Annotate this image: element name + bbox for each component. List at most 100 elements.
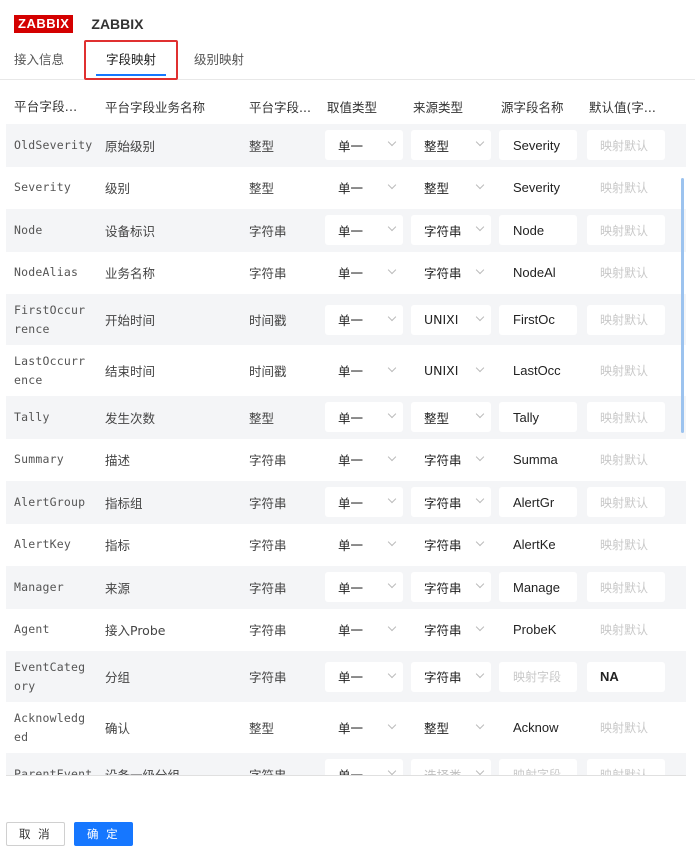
table-row: Severity 级别 整型 单一 整型 Severity 映射默认 — [6, 166, 686, 209]
default-value-input[interactable]: 映射默认 — [587, 614, 665, 645]
column-header-business-name[interactable]: 平台字段业务名称 — [98, 97, 241, 116]
value-type-select[interactable]: 单一 — [325, 172, 403, 203]
value-type-select[interactable]: 单一 — [325, 712, 403, 743]
tab-field-mapping[interactable]: 字段映射 — [84, 40, 178, 80]
column-header-platform-field-type[interactable]: 平台字段... — [241, 97, 325, 116]
source-type-select[interactable]: 字符串 — [411, 215, 491, 246]
source-field-input[interactable]: Manage — [499, 572, 577, 603]
source-type-select[interactable]: UNIXI — [411, 304, 491, 335]
default-value-input[interactable]: 映射默认 — [587, 172, 665, 203]
source-field-input[interactable]: FirstOc — [499, 304, 577, 335]
table-row: AlertGroup 指标组 字符串 单一 字符串 AlertGr 映射默认 — [6, 481, 686, 524]
source-type-select[interactable]: 字符串 — [411, 572, 491, 603]
cell-business-name: 设备标识 — [105, 223, 156, 239]
column-header-source-type[interactable]: 来源类型 — [411, 97, 499, 116]
value-type-select[interactable]: 单一 — [325, 355, 403, 386]
column-header-value-type[interactable]: 取值类型 — [325, 97, 411, 116]
chevron-down-icon — [387, 265, 397, 274]
source-field-input[interactable]: 映射字段 — [499, 759, 577, 775]
cell-default-value: 映射默认 — [587, 257, 669, 288]
cell-source-field: AlertGr — [499, 487, 587, 518]
source-field-input[interactable]: Node — [499, 215, 577, 246]
default-value-input[interactable]: 映射默认 — [587, 572, 665, 603]
column-header-default-value[interactable]: 默认值(字... — [587, 97, 669, 116]
chevron-down-icon — [387, 410, 397, 419]
cell-business-name: 发生次数 — [105, 410, 156, 426]
source-type-select[interactable]: 整型 — [411, 172, 491, 203]
source-type-select[interactable]: 整型 — [411, 712, 491, 743]
value-type-select[interactable]: 单一 — [325, 529, 403, 560]
source-type-select[interactable]: 字符串 — [411, 661, 491, 692]
page-title: ZABBIX — [91, 16, 144, 32]
table-row: FirstOccurrence 开始时间 时间戳 单一 UNIXI FirstOc 映射默认 — [6, 294, 686, 345]
value-type-select[interactable]: 单一 — [325, 444, 403, 475]
source-field-input[interactable]: Severity — [499, 130, 577, 161]
source-field-input[interactable]: Tally — [499, 402, 577, 433]
column-header-source-field[interactable]: 源字段名称 — [499, 97, 587, 116]
tab-field-mapping-label: 字段映射 — [105, 52, 156, 67]
default-value-input[interactable]: 映射默认 — [587, 257, 665, 288]
source-type-select[interactable]: 整型 — [411, 402, 491, 433]
chevron-down-icon — [387, 312, 397, 321]
source-type-select[interactable]: 字符串 — [411, 257, 491, 288]
confirm-button[interactable]: 确 定 — [74, 822, 133, 846]
cell-field-type: 字符串 — [249, 580, 287, 596]
default-value-input[interactable]: 映射默认 — [587, 759, 665, 775]
source-field-input[interactable]: AlertKe — [499, 529, 577, 560]
value-type-select[interactable]: 单一 — [325, 215, 403, 246]
chevron-down-icon — [475, 720, 485, 729]
value-type-select[interactable]: 单一 — [325, 130, 403, 161]
default-value-input[interactable]: 映射默认 — [587, 130, 665, 161]
source-type-select[interactable]: 字符串 — [411, 529, 491, 560]
source-type-select[interactable]: 整型 — [411, 130, 491, 161]
value-type-select[interactable]: 单一 — [325, 304, 403, 335]
table-scrollbar[interactable] — [681, 178, 684, 433]
value-type-select[interactable]: 单一 — [325, 257, 403, 288]
default-value-input[interactable]: 映射默认 — [587, 444, 665, 475]
value-type-select[interactable]: 单一 — [325, 572, 403, 603]
source-field-input[interactable]: Severity — [499, 172, 577, 203]
tab-level-mapping[interactable]: 级别映射 — [194, 40, 244, 80]
source-field-input[interactable]: NodeAl — [499, 257, 577, 288]
chevron-down-icon — [475, 180, 485, 189]
source-type-select[interactable]: 字符串 — [411, 614, 491, 645]
value-type-select[interactable]: 单一 — [325, 487, 403, 518]
source-field-input[interactable]: LastOcc — [499, 355, 577, 386]
cell-value-type: 单一 — [325, 130, 411, 161]
cell-business-name: 业务名称 — [105, 266, 156, 282]
cell-platform-field: ParentEvent — [14, 766, 93, 776]
value-type-select[interactable]: 单一 — [325, 661, 403, 692]
source-field-input[interactable]: ProbeK — [499, 614, 577, 645]
cell-value-type: 单一 — [325, 304, 411, 335]
default-value-input[interactable]: 映射默认 — [587, 487, 665, 518]
cell-source-type: 字符串 — [411, 215, 499, 246]
cell-platform-field: Acknowledged — [14, 710, 86, 744]
cell-business-name: 设备一级分组 — [105, 767, 181, 776]
default-value-input[interactable]: 映射默认 — [587, 529, 665, 560]
source-type-select-label: 字符串 — [424, 580, 462, 596]
column-header-platform-field[interactable]: 平台字段... — [6, 97, 98, 116]
default-value-input[interactable]: 映射默认 — [587, 712, 665, 743]
cancel-button[interactable]: 取 消 — [6, 822, 65, 846]
default-value-input[interactable]: 映射默认 — [587, 215, 665, 246]
value-type-select[interactable]: 单一 — [325, 614, 403, 645]
value-type-select[interactable]: 单一 — [325, 759, 403, 775]
source-field-input[interactable]: Summa — [499, 444, 577, 475]
value-type-select[interactable]: 单一 — [325, 402, 403, 433]
cell-business-name: 原始级别 — [105, 138, 156, 154]
source-field-input[interactable]: 映射字段 — [499, 661, 577, 692]
default-value-input[interactable]: 映射默认 — [587, 402, 665, 433]
cell-source-type: 字符串 — [411, 444, 499, 475]
default-value-input[interactable]: 映射默认 — [587, 304, 665, 335]
source-type-select[interactable]: 选择类 — [411, 759, 491, 775]
source-field-input[interactable]: AlertGr — [499, 487, 577, 518]
source-type-select[interactable]: UNIXI — [411, 355, 491, 386]
source-type-select[interactable]: 字符串 — [411, 444, 491, 475]
source-type-select-label: UNIXI — [424, 312, 459, 327]
cell-value-type: 单一 — [325, 572, 411, 603]
source-field-input[interactable]: Acknow — [499, 712, 577, 743]
default-value-input[interactable]: NA — [587, 661, 665, 692]
source-type-select[interactable]: 字符串 — [411, 487, 491, 518]
tab-access-info[interactable]: 接入信息 — [14, 40, 64, 80]
default-value-input[interactable]: 映射默认 — [587, 355, 665, 386]
